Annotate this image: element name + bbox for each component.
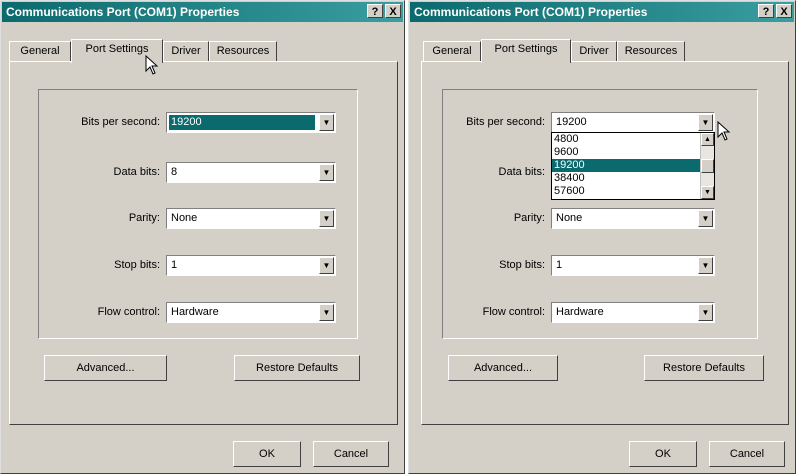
bits-per-second-label: Bits per second: — [81, 116, 160, 128]
combo-value: 1 — [556, 259, 563, 271]
scroll-thumb[interactable] — [701, 159, 714, 173]
pointer-arrow-icon — [145, 55, 159, 75]
tab-driver[interactable]: Driver — [163, 41, 209, 61]
flow-control-label: Flow control: — [482, 306, 545, 318]
tab-resources[interactable]: Resources — [617, 41, 685, 61]
stop-bits-combo[interactable]: 1 ▼ — [551, 255, 715, 276]
tab-driver[interactable]: Driver — [571, 41, 617, 61]
advanced-button[interactable]: Advanced... — [44, 355, 167, 381]
flow-control-label: Flow control: — [97, 306, 160, 318]
combo-value: Hardware — [556, 306, 604, 318]
dropdown-arrow-icon[interactable]: ▼ — [319, 304, 334, 321]
stop-bits-label: Stop bits: — [499, 259, 545, 271]
dropdown-arrow-icon[interactable]: ▼ — [319, 257, 334, 274]
help-button[interactable]: ? — [758, 4, 774, 18]
dropdown-scrollbar[interactable]: ▲ ▼ — [700, 133, 714, 199]
cancel-button[interactable]: Cancel — [709, 441, 785, 467]
bits-per-second-label: Bits per second: — [466, 116, 545, 128]
close-button[interactable]: X — [385, 4, 401, 18]
dropdown-arrow-icon[interactable]: ▼ — [698, 114, 713, 131]
dropdown-arrow-icon[interactable]: ▼ — [698, 257, 713, 274]
combo-value: Hardware — [171, 306, 219, 318]
title-bar[interactable]: Communications Port (COM1) Properties ? … — [2, 2, 403, 22]
flow-control-combo[interactable]: Hardware ▼ — [551, 302, 715, 323]
restore-defaults-button[interactable]: Restore Defaults — [644, 355, 764, 381]
title-bar[interactable]: Communications Port (COM1) Properties ? … — [410, 2, 794, 22]
stop-bits-combo[interactable]: 1 ▼ — [166, 255, 336, 276]
dropdown-arrow-icon[interactable]: ▼ — [698, 304, 713, 321]
tab-panel: Bits per second: 19200 ▼ Data bits: 8 ▼ … — [421, 61, 789, 425]
port-settings-group: Bits per second: 19200 ▼ Data bits: 8 ▼ … — [38, 89, 358, 339]
dropdown-option-9600[interactable]: 9600 — [552, 146, 714, 159]
combo-value: 19200 — [556, 116, 587, 128]
restore-defaults-button[interactable]: Restore Defaults — [234, 355, 360, 381]
port-settings-group: Bits per second: 19200 ▼ Data bits: 8 ▼ … — [442, 89, 758, 339]
combo-value: 19200 — [169, 115, 315, 130]
tab-port-settings[interactable]: Port Settings — [481, 39, 571, 63]
ok-button[interactable]: OK — [233, 441, 301, 467]
flow-control-combo[interactable]: Hardware ▼ — [166, 302, 336, 323]
dropdown-option-4800[interactable]: 4800 — [552, 133, 714, 146]
data-bits-combo[interactable]: 8 ▼ — [166, 162, 336, 183]
window-title: Communications Port (COM1) Properties — [414, 5, 648, 19]
bits-per-second-combo[interactable]: 19200 ▼ — [166, 112, 336, 133]
advanced-button[interactable]: Advanced... — [448, 355, 558, 381]
cancel-button[interactable]: Cancel — [313, 441, 389, 467]
tab-general[interactable]: General — [423, 41, 481, 61]
dropdown-arrow-icon[interactable]: ▼ — [698, 210, 713, 227]
ok-button[interactable]: OK — [629, 441, 697, 467]
parity-combo[interactable]: None ▼ — [166, 208, 336, 229]
properties-dialog-right: Communications Port (COM1) Properties ? … — [408, 0, 796, 474]
data-bits-label: Data bits: — [498, 166, 545, 178]
combo-value: 8 — [171, 166, 178, 178]
baud-rate-dropdown-list[interactable]: 4800 9600 19200 38400 57600 ▲ ▼ — [551, 132, 715, 200]
parity-combo[interactable]: None ▼ — [551, 208, 715, 229]
window-title: Communications Port (COM1) Properties — [6, 5, 240, 19]
scroll-down-arrow-icon[interactable]: ▼ — [701, 186, 714, 199]
parity-label: Parity: — [513, 212, 545, 224]
bits-per-second-combo[interactable]: 19200 ▼ — [551, 112, 715, 133]
tab-panel: Bits per second: 19200 ▼ Data bits: 8 ▼ … — [9, 61, 398, 425]
dropdown-arrow-icon[interactable]: ▼ — [319, 164, 334, 181]
help-button[interactable]: ? — [367, 4, 383, 18]
pointer-arrow-icon — [717, 121, 731, 141]
dropdown-option-57600[interactable]: 57600 — [552, 185, 714, 198]
dropdown-option-38400[interactable]: 38400 — [552, 172, 714, 185]
combo-value: 1 — [171, 259, 178, 271]
dropdown-arrow-icon[interactable]: ▼ — [319, 210, 334, 227]
combo-value: None — [171, 212, 198, 224]
data-bits-label: Data bits: — [113, 166, 160, 178]
combo-value: None — [556, 212, 583, 224]
dropdown-option-19200[interactable]: 19200 — [552, 159, 714, 172]
dropdown-arrow-icon[interactable]: ▼ — [319, 114, 334, 131]
scroll-up-arrow-icon[interactable]: ▲ — [701, 133, 714, 146]
close-button[interactable]: X — [776, 4, 792, 18]
properties-dialog-left: Communications Port (COM1) Properties ? … — [0, 0, 405, 474]
stop-bits-label: Stop bits: — [114, 259, 160, 271]
parity-label: Parity: — [128, 212, 160, 224]
tab-resources[interactable]: Resources — [209, 41, 277, 61]
tab-general[interactable]: General — [9, 41, 71, 61]
